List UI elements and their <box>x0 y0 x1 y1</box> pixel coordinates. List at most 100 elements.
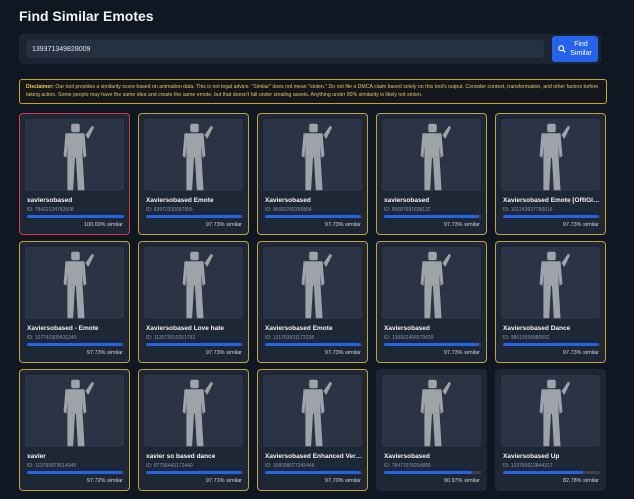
similarity-bar <box>27 471 124 474</box>
emote-card[interactable]: Xaviersobased Enhanced Version ID: 10809… <box>257 369 368 491</box>
emote-thumbnail <box>144 119 243 191</box>
similarity-bar-fill <box>146 343 241 346</box>
emote-name: xavier so based dance <box>146 453 216 460</box>
similarity-bar <box>146 471 243 474</box>
avatar-silhouette-icon <box>182 123 213 191</box>
emote-card[interactable]: Xaviersobased Emote ID: 83972330097955 9… <box>138 113 249 235</box>
similarity-bar-fill <box>384 215 479 218</box>
emote-card[interactable]: Xaviersobased ID: 139922466579439 97.73%… <box>376 241 487 363</box>
emote-thumbnail <box>263 119 362 191</box>
similarity-bar-fill <box>265 343 360 346</box>
find-similar-button[interactable]: Find Similar <box>552 36 598 62</box>
similarity-label: 97.73% similar <box>86 350 123 356</box>
emote-id: ID: 98019599980592 <box>503 335 550 341</box>
similarity-label: 97.73% similar <box>562 350 599 356</box>
similarity-bar <box>265 343 362 346</box>
emote-card[interactable]: Xaviersobased Up ID: 133789612844317 82.… <box>495 369 606 491</box>
similarity-label: 97.73% similar <box>205 222 242 228</box>
similarity-bar-fill <box>503 215 598 218</box>
emote-thumbnail <box>382 375 481 447</box>
similarity-bar-fill <box>384 471 473 474</box>
similarity-bar-fill <box>503 471 584 474</box>
similarity-bar-fill <box>384 343 479 346</box>
similarity-bar-fill <box>146 215 241 218</box>
similarity-label: 97.73% similar <box>324 350 361 356</box>
avatar-silhouette-icon <box>420 379 451 447</box>
emote-id: ID: 107742309431240 <box>27 335 77 341</box>
avatar-silhouette-icon <box>539 251 570 319</box>
emote-id: ID: 99687681838132 <box>384 207 431 213</box>
search-input[interactable] <box>26 40 544 58</box>
similarity-label: 100.00% similar <box>83 222 123 228</box>
emote-card[interactable]: Xaviersobased - Emote ID: 10774230943124… <box>19 241 130 363</box>
similarity-bar-fill <box>146 471 241 474</box>
emote-card[interactable]: Xaviersobased Dance ID: 98019599980592 9… <box>495 241 606 363</box>
emote-thumbnail <box>25 247 124 319</box>
emote-id: ID: 108098077245446 <box>265 463 315 469</box>
disclaimer-text: Our tool provides a similarity score bas… <box>26 84 599 98</box>
similarity-label: 97.73% similar <box>443 222 480 228</box>
similarity-bar <box>503 471 600 474</box>
emote-name: xaviersobased <box>27 197 73 204</box>
emote-thumbnail <box>501 119 600 191</box>
similarity-bar <box>503 215 600 218</box>
emote-card[interactable]: Xaviersobased Love hate ID: 113572810251… <box>138 241 249 363</box>
emote-thumbnail <box>501 375 600 447</box>
emote-name: Xaviersobased - Emote <box>27 325 99 332</box>
emote-card[interactable]: xaviersobased ID: 99687681838132 97.73% … <box>376 113 487 235</box>
similarity-label: 82.78% similar <box>562 478 599 484</box>
similarity-label: 97.70% similar <box>324 478 361 484</box>
similarity-bar-fill <box>265 471 360 474</box>
similarity-bar-fill <box>503 343 598 346</box>
emote-name: Xaviersobased Emote [ORIGINAL] <box>503 197 601 204</box>
emote-thumbnail <box>144 375 243 447</box>
disclaimer-heading: Disclaimer: <box>26 84 54 90</box>
similarity-bar <box>27 215 124 218</box>
similarity-bar <box>384 343 481 346</box>
emote-name: Xaviersobased Love hate <box>146 325 225 332</box>
avatar-silhouette-icon <box>301 123 332 191</box>
similarity-bar-fill <box>27 471 122 474</box>
emote-card[interactable]: Xaviersobased Emote ID: 131763631172238 … <box>257 241 368 363</box>
emote-thumbnail <box>263 375 362 447</box>
similarity-bar <box>146 215 243 218</box>
emote-name: Xaviersobased Enhanced Version <box>265 453 363 460</box>
emote-name: Xaviersobased <box>384 325 430 332</box>
avatar-silhouette-icon <box>420 251 451 319</box>
emote-card[interactable]: Xaviersobased ID: 78477078204899 90.97% … <box>376 369 487 491</box>
search-icon <box>558 45 566 53</box>
search-bar: Find Similar <box>19 34 601 64</box>
emote-name: Xaviersobased <box>265 197 311 204</box>
avatar-silhouette-icon <box>539 123 570 191</box>
emote-thumbnail <box>501 247 600 319</box>
emote-id: ID: 87756443172440 <box>146 463 193 469</box>
emote-thumbnail <box>25 375 124 447</box>
emote-card[interactable]: Xaviersobased Emote [ORIGINAL] ID: 10124… <box>495 113 606 235</box>
similarity-bar <box>265 215 362 218</box>
similarity-bar <box>503 343 600 346</box>
emote-id: ID: 113795879614345 <box>27 463 77 469</box>
results-grid: xaviersobased ID: 78422134782608 100.00%… <box>19 113 606 491</box>
similarity-label: 97.72% similar <box>86 478 123 484</box>
avatar-silhouette-icon <box>539 379 570 447</box>
emote-name: Xaviersobased Emote <box>265 325 333 332</box>
avatar-silhouette-icon <box>63 251 94 319</box>
emote-card[interactable]: Xaviersobased ID: 96682260285884 97.73% … <box>257 113 368 235</box>
emote-thumbnail <box>25 119 124 191</box>
emote-name: Xaviersobased Emote <box>146 197 214 204</box>
similarity-label: 97.73% similar <box>324 222 361 228</box>
emote-card[interactable]: xavier so based dance ID: 87756443172440… <box>138 369 249 491</box>
similarity-label: 97.73% similar <box>205 350 242 356</box>
similarity-bar <box>384 215 481 218</box>
emote-card[interactable]: xavier ID: 113795879614345 97.72% simila… <box>19 369 130 491</box>
emote-id: ID: 83972330097955 <box>146 207 193 213</box>
emote-card[interactable]: xaviersobased ID: 78422134782608 100.00%… <box>19 113 130 235</box>
find-similar-label: Find Similar <box>570 41 592 57</box>
emote-name: Xaviersobased <box>384 453 430 460</box>
emote-id: ID: 131763631172238 <box>265 335 315 341</box>
emote-name: Xaviersobased Up <box>503 453 560 460</box>
similarity-label: 97.71% similar <box>205 478 242 484</box>
avatar-silhouette-icon <box>63 379 94 447</box>
emote-id: ID: 101243637790616 <box>503 207 553 213</box>
similarity-bar-fill <box>27 215 124 218</box>
